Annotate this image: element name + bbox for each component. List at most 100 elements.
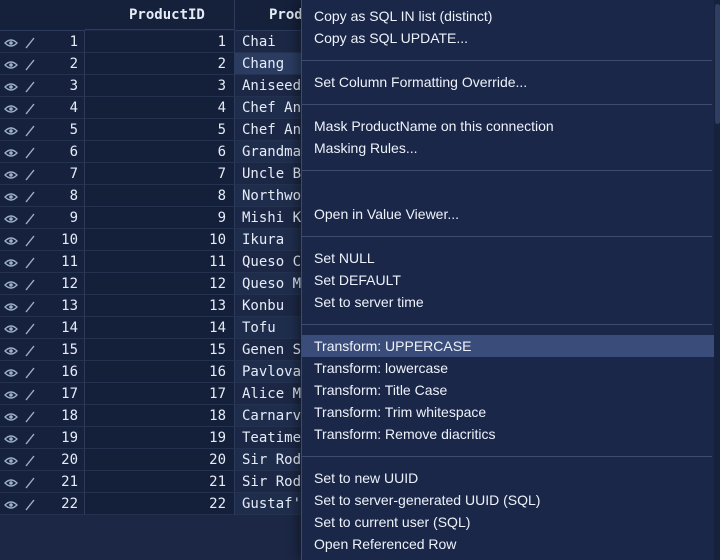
eye-icon[interactable] — [4, 279, 18, 291]
menu-set-null[interactable]: Set NULL — [302, 247, 714, 269]
pencil-icon[interactable] — [24, 300, 36, 314]
menu-transform-uppercase[interactable]: Transform: UPPERCASE — [302, 335, 714, 357]
eye-icon[interactable] — [4, 477, 18, 489]
eye-icon[interactable] — [4, 169, 18, 181]
menu-transform-trim[interactable]: Transform: Trim whitespace — [302, 401, 714, 423]
menu-set-default[interactable]: Set DEFAULT — [302, 269, 714, 291]
pencil-icon[interactable] — [24, 102, 36, 116]
menu-set-server-time[interactable]: Set to server time — [302, 291, 714, 313]
eye-icon[interactable] — [4, 235, 18, 247]
eye-icon[interactable] — [4, 323, 18, 335]
menu-set-current-user[interactable]: Set to current user (SQL) — [302, 511, 714, 533]
menu-mask-productname[interactable]: Mask ProductName on this connection — [302, 115, 714, 137]
cell-productname[interactable]: Sir Rod — [235, 449, 310, 471]
menu-transform-remove-diacritics[interactable]: Transform: Remove diacritics — [302, 423, 714, 445]
cell-productid[interactable]: 19 — [85, 427, 235, 449]
eye-icon[interactable] — [4, 301, 18, 313]
cell-productid[interactable]: 16 — [85, 361, 235, 383]
cell-productname[interactable]: Tofu — [235, 317, 310, 339]
pencil-icon[interactable] — [24, 454, 36, 468]
pencil-icon[interactable] — [24, 498, 36, 512]
cell-productid[interactable]: 1 — [85, 31, 235, 53]
cell-productname[interactable]: Chef An — [235, 119, 310, 141]
eye-icon[interactable] — [4, 37, 18, 49]
cell-productid[interactable]: 10 — [85, 229, 235, 251]
cell-productid[interactable]: 17 — [85, 383, 235, 405]
cell-productname[interactable]: Chai — [235, 31, 310, 53]
cell-productname[interactable]: Chef An — [235, 97, 310, 119]
cell-productname[interactable]: Grandma — [235, 141, 310, 163]
cell-productid[interactable]: 3 — [85, 75, 235, 97]
cell-productname[interactable]: Konbu — [235, 295, 310, 317]
pencil-icon[interactable] — [24, 36, 36, 50]
pencil-icon[interactable] — [24, 256, 36, 270]
menu-transform-title-case[interactable]: Transform: Title Case — [302, 379, 714, 401]
cell-productname[interactable]: Genen S — [235, 339, 310, 361]
eye-icon[interactable] — [4, 191, 18, 203]
eye-icon[interactable] — [4, 455, 18, 467]
cell-productid[interactable]: 21 — [85, 471, 235, 493]
pencil-icon[interactable] — [24, 58, 36, 72]
menu-open-value-viewer[interactable]: Open in Value Viewer... — [302, 203, 714, 225]
eye-icon[interactable] — [4, 499, 18, 511]
menu-set-column-formatting[interactable]: Set Column Formatting Override... — [302, 71, 714, 93]
menu-open-referenced-row[interactable]: Open Referenced Row — [302, 533, 714, 555]
eye-icon[interactable] — [4, 59, 18, 71]
eye-icon[interactable] — [4, 147, 18, 159]
pencil-icon[interactable] — [24, 234, 36, 248]
pencil-icon[interactable] — [24, 190, 36, 204]
pencil-icon[interactable] — [24, 146, 36, 160]
eye-icon[interactable] — [4, 367, 18, 379]
cell-productname[interactable]: Queso C — [235, 251, 310, 273]
cell-productid[interactable]: 14 — [85, 317, 235, 339]
cell-productid[interactable]: 18 — [85, 405, 235, 427]
menu-set-server-uuid[interactable]: Set to server-generated UUID (SQL) — [302, 489, 714, 511]
eye-icon[interactable] — [4, 389, 18, 401]
cell-productid[interactable]: 9 — [85, 207, 235, 229]
cell-productid[interactable]: 8 — [85, 185, 235, 207]
cell-productid[interactable]: 7 — [85, 163, 235, 185]
cell-productid[interactable]: 11 — [85, 251, 235, 273]
cell-productname[interactable]: Aniseed — [235, 75, 310, 97]
cell-productname[interactable]: Uncle B — [235, 163, 310, 185]
cell-productid[interactable]: 4 — [85, 97, 235, 119]
menu-copy-sql-update[interactable]: Copy as SQL UPDATE... — [302, 27, 714, 49]
cell-productname[interactable]: Gustaf' — [235, 493, 310, 515]
cell-productid[interactable]: 5 — [85, 119, 235, 141]
pencil-icon[interactable] — [24, 432, 36, 446]
menu-transform-lowercase[interactable]: Transform: lowercase — [302, 357, 714, 379]
menu-copy-sql-in-distinct[interactable]: Copy as SQL IN list (distinct) — [302, 5, 714, 27]
eye-icon[interactable] — [4, 81, 18, 93]
context-menu-scrollbar[interactable] — [714, 0, 720, 560]
cell-productname[interactable]: Northwo — [235, 185, 310, 207]
column-header-productid[interactable]: ProductID — [85, 0, 235, 30]
pencil-icon[interactable] — [24, 366, 36, 380]
menu-masking-rules[interactable]: Masking Rules... — [302, 137, 714, 159]
cell-productid[interactable]: 13 — [85, 295, 235, 317]
pencil-icon[interactable] — [24, 124, 36, 138]
cell-productname[interactable]: Teatime — [235, 427, 310, 449]
eye-icon[interactable] — [4, 213, 18, 225]
cell-productname[interactable]: Chang — [235, 53, 310, 75]
cell-productid[interactable]: 6 — [85, 141, 235, 163]
eye-icon[interactable] — [4, 257, 18, 269]
eye-icon[interactable] — [4, 125, 18, 137]
pencil-icon[interactable] — [24, 410, 36, 424]
cell-productname[interactable]: Carnarv — [235, 405, 310, 427]
cell-productid[interactable]: 12 — [85, 273, 235, 295]
cell-productname[interactable]: Queso M — [235, 273, 310, 295]
pencil-icon[interactable] — [24, 344, 36, 358]
eye-icon[interactable] — [4, 433, 18, 445]
pencil-icon[interactable] — [24, 322, 36, 336]
cell-productname[interactable]: Mishi K — [235, 207, 310, 229]
eye-icon[interactable] — [4, 411, 18, 423]
cell-productid[interactable]: 2 — [85, 53, 235, 75]
cell-productname[interactable]: Alice M — [235, 383, 310, 405]
eye-icon[interactable] — [4, 103, 18, 115]
pencil-icon[interactable] — [24, 278, 36, 292]
pencil-icon[interactable] — [24, 476, 36, 490]
cell-productid[interactable]: 20 — [85, 449, 235, 471]
eye-icon[interactable] — [4, 345, 18, 357]
scrollbar-thumb[interactable] — [715, 4, 720, 124]
cell-productname[interactable]: Ikura — [235, 229, 310, 251]
